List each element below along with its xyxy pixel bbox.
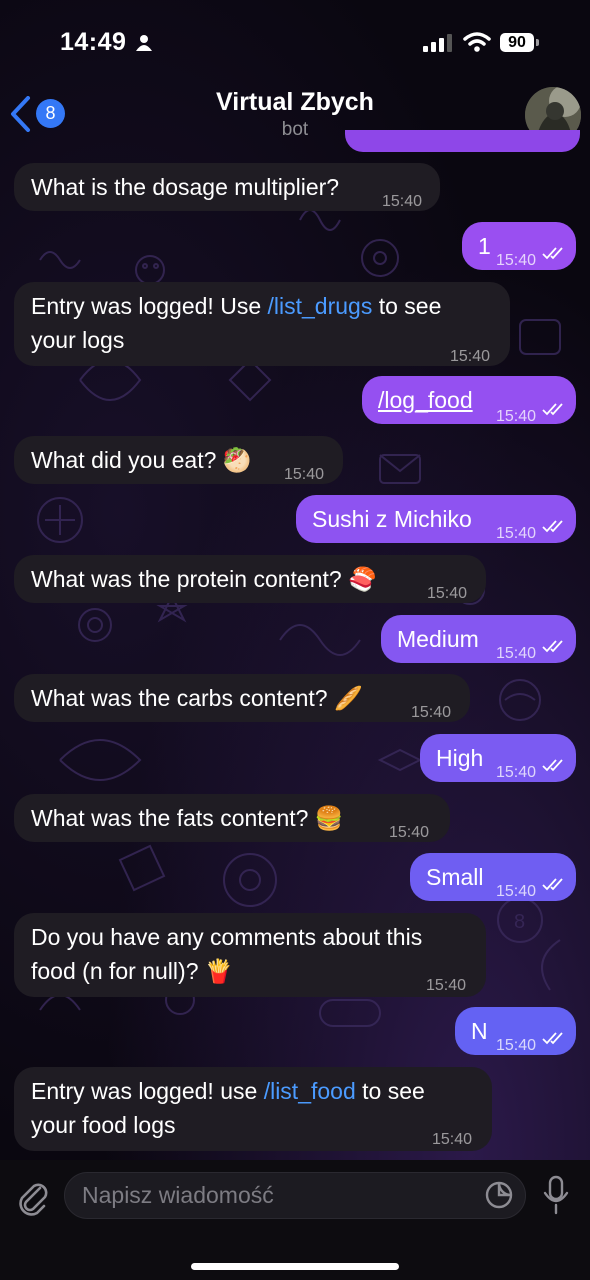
message-text: What was the carbs content? 🥖 <box>31 685 363 711</box>
message-time: 15:40 <box>427 585 468 602</box>
message-bubble-out[interactable]: /log_food 15:40 <box>362 376 576 425</box>
read-ticks-icon <box>542 759 563 772</box>
message-text: What did you eat? 🥙 <box>31 447 252 473</box>
wifi-icon <box>463 32 491 52</box>
message-text: 1 <box>478 233 491 259</box>
message-text: Entry was logged! Use /list_drugs to see <box>31 289 441 323</box>
read-ticks-icon <box>542 1032 563 1045</box>
message-text-line2: your logs <box>31 327 125 353</box>
message-bubble-out[interactable]: Medium 15:40 <box>381 615 576 663</box>
svg-text:8: 8 <box>514 911 525 933</box>
message-time: 15:40 <box>382 193 423 210</box>
message-text-line2: food (n for null)? 🍟 <box>31 958 234 984</box>
message-time: 15:40 <box>496 252 537 269</box>
message-text-line1: Do you have any comments about this <box>31 924 423 950</box>
attach-icon[interactable] <box>14 1176 50 1216</box>
message-bubble-out[interactable]: High 15:40 <box>420 734 576 782</box>
message-composer: Napisz wiadomość <box>0 1160 590 1280</box>
mic-icon[interactable] <box>541 1175 571 1215</box>
message-text-part: to see <box>372 293 442 319</box>
status-bar: 14:49 90 <box>0 0 590 90</box>
message-time: 15:40 <box>496 645 537 662</box>
message-time: 15:40 <box>496 883 537 900</box>
message-time: 15:40 <box>411 704 452 721</box>
read-ticks-icon <box>542 520 563 533</box>
message-text: What was the fats content? 🍔 <box>31 805 344 831</box>
message-bubble-in[interactable]: Do you have any comments about this food… <box>14 913 486 997</box>
message-time: 15:40 <box>432 1131 473 1148</box>
read-ticks-icon <box>542 878 563 891</box>
message-bubble-out[interactable]: Sushi z Michiko 15:40 <box>296 495 576 543</box>
sticker-icon[interactable] <box>484 1180 514 1210</box>
message-bubble-out[interactable]: N 15:40 <box>455 1007 576 1055</box>
message-time: 15:40 <box>284 466 325 483</box>
status-time: 14:49 <box>60 28 127 56</box>
message-bubble-out[interactable]: 1 15:40 <box>462 222 576 270</box>
read-ticks-icon <box>542 403 563 416</box>
message-bubble-in[interactable]: Entry was logged! Use /list_drugs to see… <box>14 282 510 366</box>
battery-icon: 90 <box>500 33 534 52</box>
message-time: 15:40 <box>496 408 537 425</box>
message-time: 15:40 <box>496 525 537 542</box>
message-time: 15:40 <box>389 824 430 841</box>
battery-nub <box>536 39 539 46</box>
person-icon <box>136 35 152 51</box>
message-text: Medium <box>397 626 479 652</box>
message-time: 15:40 <box>496 764 537 781</box>
signal-icon <box>423 34 452 52</box>
message-text: Sushi z Michiko <box>312 506 472 532</box>
message-time: 15:40 <box>450 348 491 365</box>
message-bubble-in[interactable]: What was the carbs content? 🥖 15:40 <box>14 674 470 722</box>
command-link[interactable]: /list_food <box>264 1078 356 1104</box>
message-bubble-in[interactable]: What was the fats content? 🍔 15:40 <box>14 794 450 842</box>
message-time: 15:40 <box>426 977 467 994</box>
message-input-placeholder: Napisz wiadomość <box>82 1182 274 1208</box>
message-text-part: Entry was logged! use <box>31 1078 264 1104</box>
message-text: What was the protein content? 🍣 <box>31 566 377 592</box>
message-bubble-out-partial[interactable] <box>345 130 580 152</box>
message-text-line2: your food logs <box>31 1112 176 1138</box>
message-bubble-in[interactable]: What did you eat? 🥙 15:40 <box>14 436 343 484</box>
message-bubble-in[interactable]: Entry was logged! use /list_food to see … <box>14 1067 492 1151</box>
message-time: 15:40 <box>496 1037 537 1054</box>
message-text: N <box>471 1018 488 1044</box>
message-text-part: to see <box>355 1078 425 1104</box>
message-text[interactable]: /log_food <box>378 383 473 417</box>
home-indicator <box>191 1263 399 1270</box>
message-bubble-in[interactable]: What was the protein content? 🍣 15:40 <box>14 555 486 603</box>
read-ticks-icon <box>542 247 563 260</box>
message-text-part: Entry was logged! Use <box>31 293 268 319</box>
message-text: Entry was logged! use /list_food to see <box>31 1074 425 1108</box>
message-text: What is the dosage multiplier? <box>31 174 340 200</box>
chat-title[interactable]: Virtual Zbych <box>0 88 590 117</box>
command-link[interactable]: /list_drugs <box>268 293 373 319</box>
message-bubble-in[interactable]: What is the dosage multiplier? 15:40 <box>14 163 440 211</box>
message-bubble-out[interactable]: Small 15:40 <box>410 853 576 901</box>
message-text: High <box>436 745 484 771</box>
read-ticks-icon <box>542 640 563 653</box>
message-text: Small <box>426 864 484 890</box>
